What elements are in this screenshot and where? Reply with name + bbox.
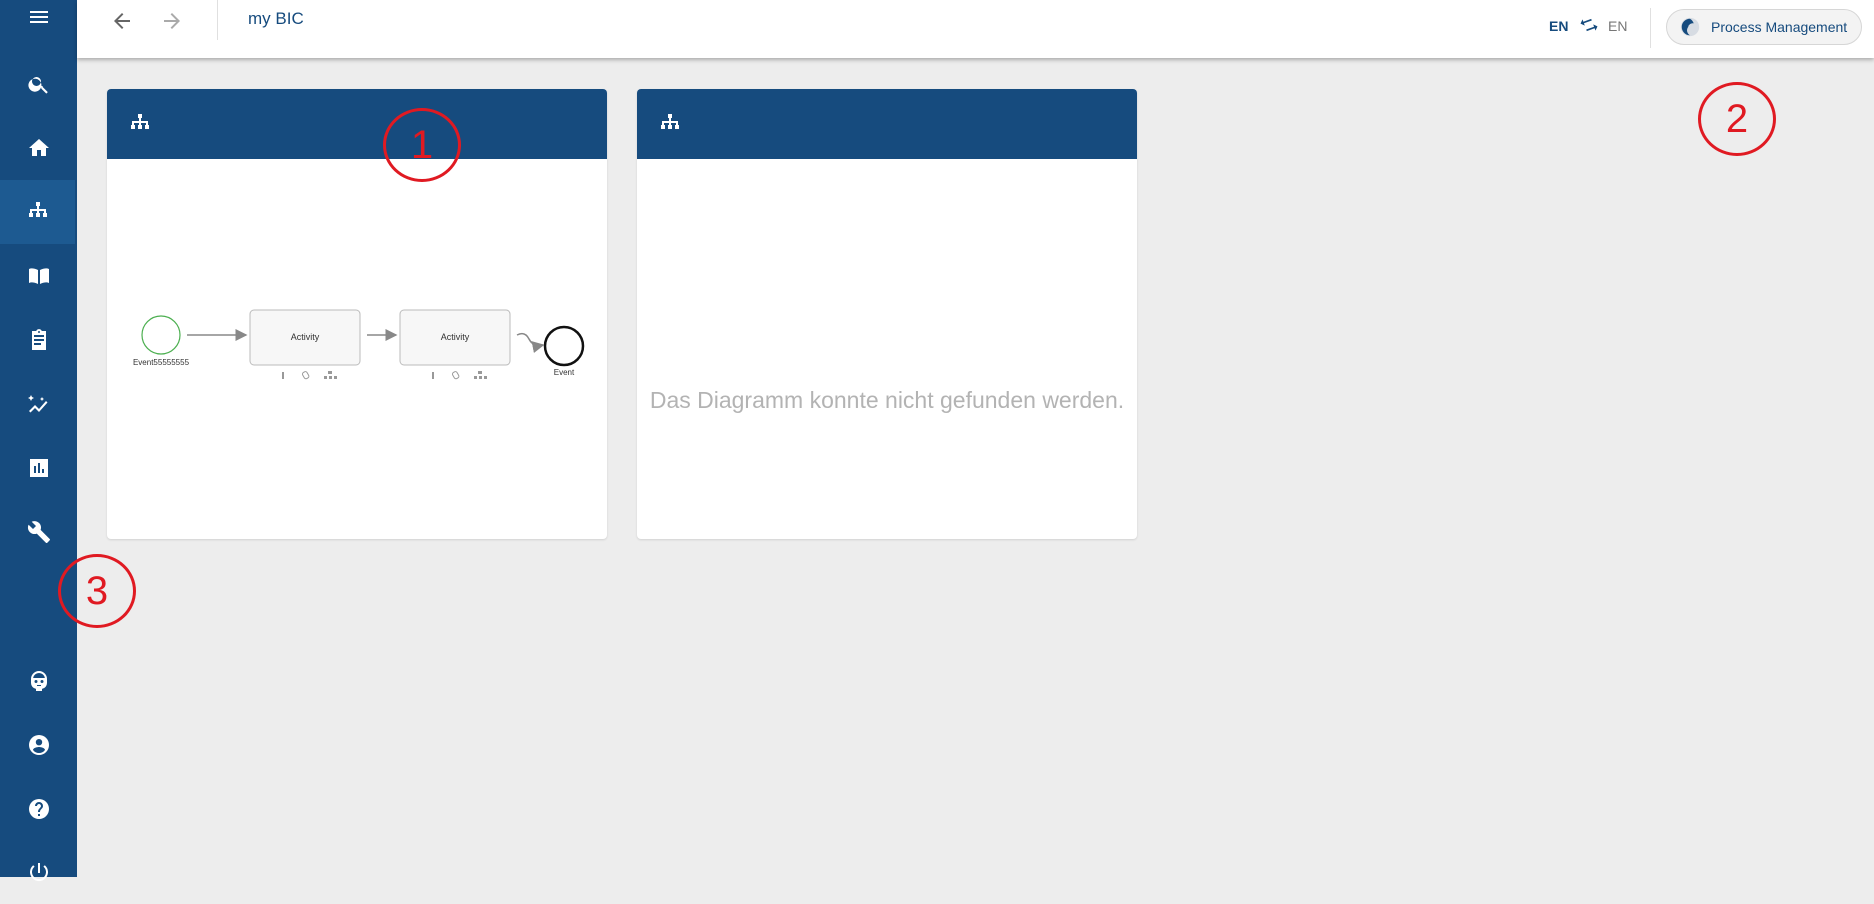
- dictionary-button[interactable]: [0, 244, 77, 308]
- administration-button[interactable]: [0, 500, 77, 564]
- start-event: [141, 315, 181, 355]
- sequence-flow: [516, 332, 545, 353]
- process-diagram: Event55555555 Activity Activity Event: [133, 309, 585, 380]
- card-header: [107, 89, 607, 159]
- clipboard-icon: [31, 329, 46, 350]
- arrow-left-icon: [114, 13, 130, 29]
- profile-button[interactable]: [0, 713, 77, 777]
- wrench-icon: [27, 521, 50, 543]
- divider: [1650, 8, 1651, 48]
- activity-label: Activity: [441, 332, 470, 342]
- logout-button[interactable]: [0, 840, 77, 904]
- back-button[interactable]: [106, 6, 138, 36]
- diagram-card[interactable]: Das Diagramm konnte nicht gefunden werde…: [637, 89, 1137, 539]
- diagram-preview: Das Diagramm konnte nicht gefunden werde…: [637, 159, 1137, 539]
- swap-icon[interactable]: [1579, 15, 1599, 35]
- search-icon: [27, 77, 48, 94]
- diagram-card[interactable]: Event55555555 Activity Activity Event: [107, 89, 607, 539]
- menu-icon: [29, 11, 48, 23]
- annotation-marker: 3: [58, 554, 136, 628]
- help-icon: [28, 799, 49, 819]
- sitemap-icon: [131, 114, 149, 129]
- annotation-marker: 2: [1698, 82, 1776, 156]
- search-button[interactable]: [0, 52, 77, 116]
- stage-button-label: Process Management: [1711, 19, 1848, 35]
- start-event-label: Event55555555: [133, 358, 190, 367]
- gui-language[interactable]: EN: [1608, 18, 1627, 34]
- forward-button[interactable]: [156, 6, 188, 36]
- sidebar: [0, 0, 77, 882]
- content-language[interactable]: EN: [1549, 18, 1568, 34]
- process-diagram-button[interactable]: [0, 180, 75, 244]
- robot-icon: [30, 671, 47, 691]
- sitemap-icon: [661, 114, 679, 129]
- top-bar: my BIC EN EN Process Management: [77, 0, 1874, 58]
- diagram-preview[interactable]: Event55555555 Activity Activity Event: [107, 159, 607, 539]
- stage-logo-icon: [1680, 17, 1700, 37]
- analytics-button[interactable]: [0, 372, 77, 436]
- account-icon: [28, 735, 49, 755]
- chart-icon: [29, 459, 48, 477]
- book-icon: [28, 268, 49, 284]
- card-header: [637, 89, 1137, 159]
- menu-button[interactable]: [0, 0, 77, 49]
- end-event-label: Event: [554, 368, 575, 377]
- divider: [217, 0, 218, 40]
- page-title: my BIC: [248, 9, 304, 28]
- help-button[interactable]: [0, 777, 77, 841]
- assistant-button[interactable]: [0, 649, 77, 713]
- analytics-icon: [27, 395, 47, 413]
- activity-markers: [282, 371, 337, 380]
- home-icon: [28, 139, 49, 156]
- sitemap-icon: [28, 202, 47, 217]
- stage-button[interactable]: Process Management: [1666, 9, 1862, 45]
- annotation-marker: 1: [383, 108, 461, 182]
- arrow-right-icon: [164, 13, 180, 29]
- activity-markers: [432, 371, 487, 380]
- power-icon: [29, 863, 48, 882]
- end-event: [543, 325, 585, 367]
- diagram-not-found-message: Das Diagramm konnte nicht gefunden werde…: [649, 387, 1125, 413]
- activity-label: Activity: [291, 332, 320, 342]
- tasks-button[interactable]: [0, 308, 77, 372]
- home-button[interactable]: [0, 116, 77, 180]
- reports-button[interactable]: [0, 436, 77, 500]
